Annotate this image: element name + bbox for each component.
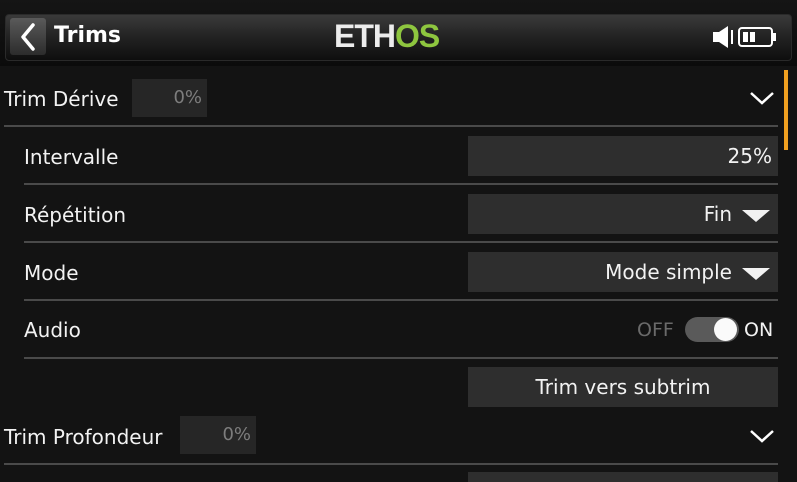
divider bbox=[24, 241, 778, 243]
repeat-dropdown[interactable]: Fin bbox=[468, 194, 778, 234]
next-row-field bbox=[468, 472, 778, 482]
repeat-value: Fin bbox=[703, 202, 732, 226]
divider bbox=[4, 125, 778, 127]
mode-label: Mode bbox=[24, 261, 79, 285]
section-label-trim-profondeur: Trim Profondeur bbox=[4, 425, 163, 449]
section-label-trim-derive: Trim Dérive bbox=[4, 87, 119, 111]
divider bbox=[4, 463, 778, 465]
status-icons bbox=[712, 22, 778, 52]
divider bbox=[24, 183, 778, 185]
audio-off-label: OFF bbox=[637, 319, 674, 341]
interval-label: Intervalle bbox=[24, 145, 119, 169]
scrollbar[interactable] bbox=[784, 70, 788, 150]
mode-value: Mode simple bbox=[605, 260, 732, 284]
mode-dropdown[interactable]: Mode simple bbox=[468, 252, 778, 292]
caret-down-icon bbox=[742, 209, 770, 222]
chevron-down-icon[interactable] bbox=[748, 88, 776, 108]
battery-icon bbox=[738, 27, 776, 47]
trim-profondeur-value: 0% bbox=[180, 416, 256, 454]
trim-to-subtrim-button[interactable]: Trim vers subtrim bbox=[468, 367, 778, 407]
chevron-down-icon[interactable] bbox=[748, 426, 776, 446]
toggle-knob bbox=[714, 318, 737, 341]
interval-field[interactable]: 25% bbox=[468, 136, 778, 176]
repeat-label: Répétition bbox=[24, 203, 127, 227]
chevron-left-icon bbox=[21, 22, 35, 51]
audio-label: Audio bbox=[24, 318, 81, 342]
divider bbox=[24, 299, 778, 301]
page-title: Trims bbox=[54, 23, 121, 48]
speaker-icon bbox=[713, 26, 733, 48]
caret-down-icon bbox=[742, 267, 770, 280]
audio-toggle[interactable] bbox=[685, 317, 739, 342]
ethos-logo: ETHOS bbox=[334, 18, 440, 54]
divider bbox=[24, 357, 778, 359]
back-button[interactable] bbox=[10, 18, 46, 55]
trim-derive-value: 0% bbox=[132, 79, 207, 117]
audio-on-label: ON bbox=[744, 319, 774, 341]
